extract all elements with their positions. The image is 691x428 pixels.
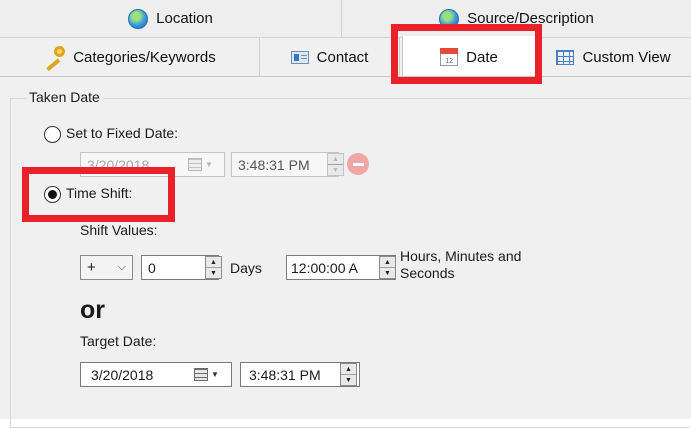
fixed-date-label[interactable]: Set to Fixed Date: (66, 125, 178, 141)
calendar-picker-icon (188, 158, 202, 171)
fixed-date-radio[interactable] (44, 126, 61, 143)
grid-view-icon (556, 49, 575, 65)
spin-down-icon: ▼ (206, 267, 221, 278)
spin-down-icon: ▼ (380, 267, 395, 278)
tab-date[interactable]: 12 Date (402, 36, 536, 78)
chevron-down-icon: ⌵ (117, 261, 126, 273)
shift-values-label: Shift Values: (80, 222, 158, 238)
shift-days-value: 0 (148, 259, 156, 276)
shift-days-spinner[interactable]: ▲ ▼ (205, 256, 222, 279)
spin-up-icon: ▲ (345, 365, 352, 373)
hms-unit-label-line2: Seconds (400, 265, 455, 281)
dropdown-arrow-icon: ▼ (211, 370, 219, 379)
tab-source-description[interactable]: Source/Description (342, 0, 691, 37)
globe-icon (439, 8, 460, 29)
contact-card-icon (290, 50, 309, 64)
fixed-time-value: 3:48:31 PM (238, 156, 310, 173)
tab-contact-label: Contact (316, 48, 369, 66)
tab-row-top: Location Source/Description (0, 0, 691, 38)
target-date-label: Target Date: (80, 333, 157, 349)
spin-up-icon: ▲ (210, 258, 217, 266)
key-icon (43, 46, 66, 72)
target-date-picker-button[interactable]: ▼ (194, 368, 219, 381)
tab-contact[interactable]: Contact (260, 38, 400, 76)
spin-up-icon: ▲ (332, 155, 339, 163)
spin-up-icon: ▲ (384, 258, 391, 266)
fixed-date-picker-button[interactable]: ▼ (188, 158, 213, 171)
tab-location-label: Location (156, 10, 213, 27)
tab-date-label: Date (466, 48, 498, 66)
tab-categories-keywords-label: Categories/Keywords (73, 48, 216, 66)
tab-location[interactable]: Location (0, 0, 342, 37)
days-unit-label: Days (230, 260, 262, 276)
hms-unit-label: Hours, Minutes and Seconds (400, 248, 521, 282)
hms-unit-label-line1: Hours, Minutes and (400, 248, 522, 264)
tab-categories-keywords[interactable]: Categories/Keywords (0, 38, 260, 76)
time-shift-label[interactable]: Time Shift: (66, 185, 132, 201)
calendar-picker-icon (194, 368, 208, 381)
shift-hms-value: 12:00:00 A (291, 259, 358, 276)
fixed-time-input[interactable]: 3:48:31 PM (231, 152, 339, 177)
dropdown-arrow-icon: ▼ (205, 160, 213, 169)
or-separator: or (80, 296, 105, 324)
tab-row-bottom: Categories/Keywords Contact 12 Date Cust… (0, 36, 691, 78)
taken-date-group-label: Taken Date (26, 89, 103, 105)
fixed-time-spinner[interactable]: ▲ ▼ (327, 153, 344, 176)
time-shift-radio[interactable] (44, 186, 61, 203)
shift-sign-select[interactable]: + ⌵ (80, 255, 133, 280)
globe-icon (128, 8, 149, 29)
target-date-value: 3/20/2018 (91, 366, 154, 383)
spin-down-icon: ▼ (328, 164, 343, 175)
tab-source-description-label: Source/Description (467, 10, 594, 27)
calendar-icon: 12 (440, 48, 459, 66)
target-time-spinner[interactable]: ▲ ▼ (340, 363, 357, 386)
fixed-date-value: 3/20/2018 (87, 156, 150, 173)
shift-sign-value: + (87, 259, 96, 276)
spin-down-icon: ▼ (341, 374, 356, 385)
shift-hms-spinner[interactable]: ▲ ▼ (379, 256, 396, 279)
tab-custom-view[interactable]: Custom View (536, 38, 691, 76)
target-time-value: 3:48:31 PM (249, 366, 321, 383)
tab-custom-view-label: Custom View (582, 48, 671, 66)
clear-fixed-date-button[interactable] (347, 153, 369, 175)
